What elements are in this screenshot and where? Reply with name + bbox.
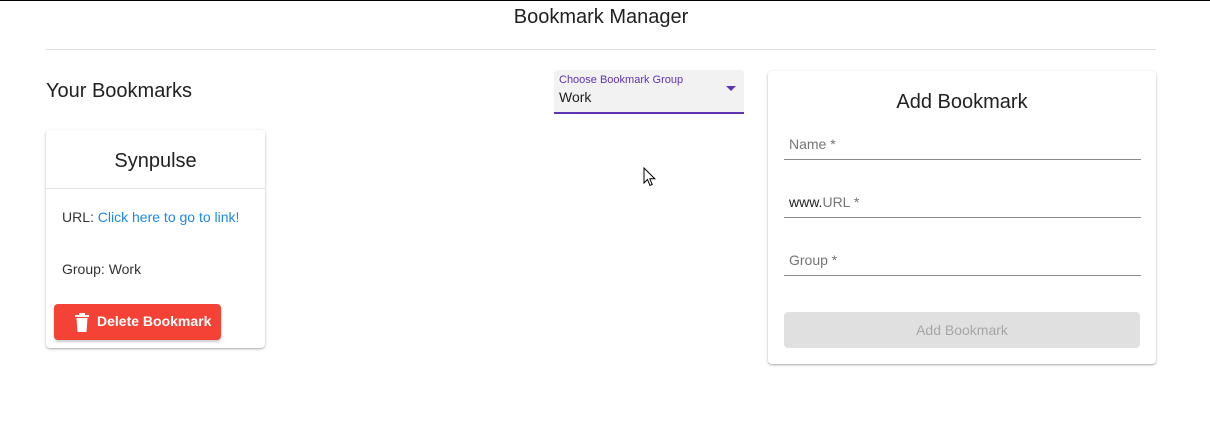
bookmark-url-prefix: URL:	[62, 209, 94, 225]
trash-icon	[75, 313, 89, 332]
mouse-pointer-icon	[643, 167, 657, 187]
bookmark-group-text: Group: Work	[62, 261, 142, 277]
add-bookmark-card: Add Bookmark Name * www.URL * Group * Ad…	[768, 71, 1156, 364]
bookmark-url-link[interactable]: Click here to go to link!	[98, 209, 240, 225]
url-field[interactable]: www.URL *	[784, 187, 1141, 218]
add-bookmark-button[interactable]: Add Bookmark	[784, 312, 1140, 348]
bookmark-card-divider	[46, 188, 265, 189]
name-placeholder: Name *	[789, 136, 836, 152]
header-divider	[46, 49, 1156, 50]
group-select-label: Choose Bookmark Group	[559, 74, 684, 86]
name-field[interactable]: Name *	[784, 129, 1141, 160]
bookmark-url-line: URL: Click here to go to link!	[62, 209, 239, 225]
dropdown-arrow-icon	[726, 86, 736, 91]
bookmark-card-title: Synpulse	[114, 150, 197, 172]
bookmark-group-select[interactable]: Choose Bookmark Group Work	[554, 70, 744, 114]
delete-bookmark-label: Delete Bookmark	[97, 313, 212, 329]
bookmarks-section-title: Your Bookmarks	[46, 80, 192, 102]
window-top-border	[0, 0, 1210, 1]
delete-bookmark-button[interactable]: Delete Bookmark	[54, 304, 221, 340]
bookmark-card: Synpulse URL: Click here to go to link! …	[46, 130, 265, 348]
group-placeholder: Group *	[789, 252, 838, 268]
url-field-text: www.URL *	[789, 194, 859, 210]
add-bookmark-title: Add Bookmark	[896, 91, 1028, 113]
group-select-value: Work	[559, 89, 592, 105]
group-field[interactable]: Group *	[784, 245, 1141, 276]
url-placeholder: URL *	[822, 194, 860, 210]
url-prefix: www.	[789, 194, 823, 210]
page-title: Bookmark Manager	[513, 6, 689, 28]
